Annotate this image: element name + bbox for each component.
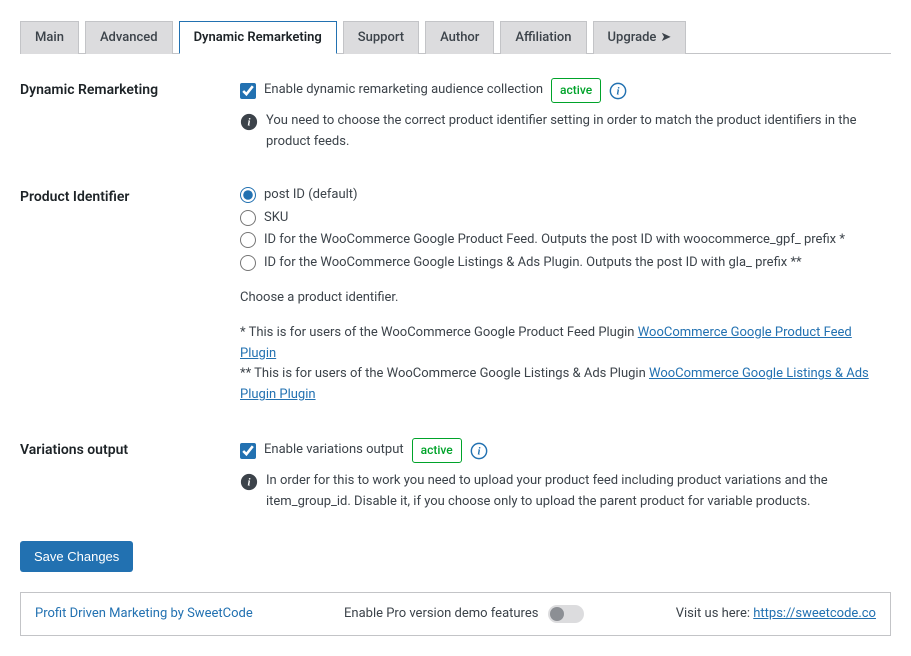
section-product-identifier: Product Identifier post ID (default) SKU… bbox=[20, 161, 891, 414]
radio-label-post-id: post ID (default) bbox=[264, 185, 358, 206]
checkbox-enable-dynamic-remarketing[interactable] bbox=[240, 83, 256, 99]
info-text-variations: In order for this to work you need to up… bbox=[266, 471, 891, 513]
footer-bar: Profit Driven Marketing by SweetCode Ena… bbox=[20, 592, 891, 636]
tab-affiliation[interactable]: Affiliation bbox=[500, 21, 586, 54]
note-2: ** This is for users of the WooCommerce … bbox=[240, 364, 891, 406]
link-sweetcode[interactable]: https://sweetcode.co bbox=[753, 606, 876, 621]
badge-active-variations: active bbox=[412, 438, 462, 463]
radio-label-gpf: ID for the WooCommerce Google Product Fe… bbox=[264, 230, 845, 251]
arrow-right-icon: ➤ bbox=[660, 30, 671, 45]
help-text-pid: Choose a product identifier. bbox=[240, 288, 891, 309]
info-icon: i bbox=[240, 113, 258, 131]
save-button[interactable]: Save Changes bbox=[20, 541, 133, 572]
tab-dynamic-remarketing[interactable]: Dynamic Remarketing bbox=[179, 21, 337, 54]
info-icon: i bbox=[240, 473, 258, 491]
tab-main[interactable]: Main bbox=[20, 21, 79, 54]
radio-label-gla: ID for the WooCommerce Google Listings &… bbox=[264, 253, 802, 274]
radio-sku[interactable] bbox=[240, 210, 256, 226]
label-pro-demo: Enable Pro version demo features bbox=[344, 606, 538, 621]
info-text-dr: You need to choose the correct product i… bbox=[266, 111, 891, 153]
tab-bar: Main Advanced Dynamic Remarketing Suppor… bbox=[20, 20, 891, 54]
note-1: * This is for users of the WooCommerce G… bbox=[240, 323, 891, 365]
tab-author[interactable]: Author bbox=[425, 21, 494, 54]
section-variations: Variations output Enable variations outp… bbox=[20, 414, 891, 521]
info-icon[interactable]: i bbox=[470, 442, 488, 460]
label-dynamic-remarketing: Dynamic Remarketing bbox=[20, 78, 240, 153]
footer-visit-prefix: Visit us here: bbox=[676, 606, 754, 621]
toggle-pro-demo[interactable] bbox=[548, 605, 584, 623]
svg-text:i: i bbox=[617, 85, 620, 97]
radio-gpf[interactable] bbox=[240, 232, 256, 248]
link-sweetcode-marketing[interactable]: Profit Driven Marketing by SweetCode bbox=[35, 606, 253, 621]
radio-gla[interactable] bbox=[240, 255, 256, 271]
tab-upgrade[interactable]: Upgrade➤ bbox=[593, 21, 687, 54]
label-product-identifier: Product Identifier bbox=[20, 185, 240, 406]
checkbox-enable-variations[interactable] bbox=[240, 443, 256, 459]
label-variations: Variations output bbox=[20, 438, 240, 513]
checkbox-label-dynamic-remarketing: Enable dynamic remarketing audience coll… bbox=[264, 80, 543, 101]
radio-post-id[interactable] bbox=[240, 187, 256, 203]
section-dynamic-remarketing: Dynamic Remarketing Enable dynamic remar… bbox=[20, 54, 891, 161]
svg-text:i: i bbox=[248, 477, 251, 489]
svg-text:i: i bbox=[248, 117, 251, 129]
svg-text:i: i bbox=[477, 445, 480, 457]
tab-support[interactable]: Support bbox=[343, 21, 419, 54]
badge-active-dr: active bbox=[551, 78, 601, 103]
info-icon[interactable]: i bbox=[609, 82, 627, 100]
tab-advanced[interactable]: Advanced bbox=[85, 21, 173, 54]
checkbox-label-variations: Enable variations output bbox=[264, 440, 404, 461]
toggle-knob bbox=[550, 607, 564, 621]
radio-label-sku: SKU bbox=[264, 208, 288, 229]
